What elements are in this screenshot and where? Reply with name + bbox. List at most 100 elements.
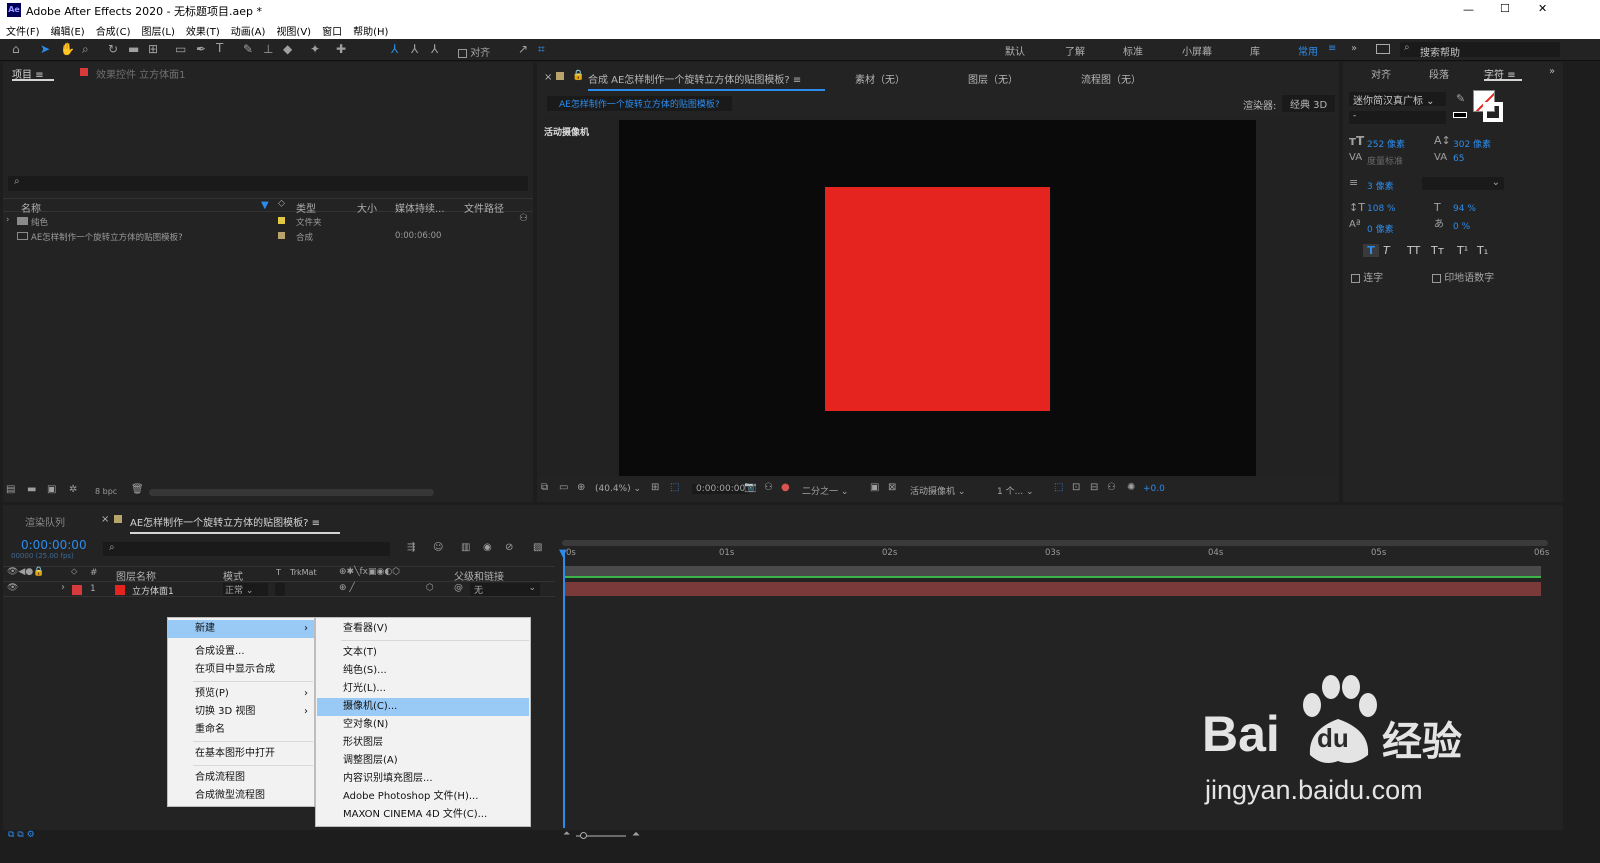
snap-icon[interactable]: ↗ [518, 43, 528, 55]
selection-tool-icon[interactable]: ➤ [40, 43, 50, 55]
layer-duration-bar[interactable] [563, 582, 1541, 596]
sort-icon[interactable]: ▼ [261, 200, 269, 211]
type-tool-icon[interactable]: T [216, 42, 223, 54]
tab-align[interactable]: 对齐 [1371, 66, 1391, 81]
layer-switches-icon[interactable]: ⊕ ╱ [339, 584, 355, 593]
roi-icon[interactable]: ▣ [870, 483, 879, 493]
camera-tool-icon[interactable]: ▬ [128, 43, 139, 55]
expand-icon[interactable]: › [6, 215, 9, 225]
font-family-dropdown[interactable]: 迷你简汉真广标 ⌄ [1349, 92, 1446, 107]
project-row-comp[interactable]: AE怎样制作一个旋转立方体的贴图模板? 合成 0:00:06:00 [3, 229, 533, 243]
menu-item-comp-mini-flowchart[interactable]: 合成微型流程图 [168, 787, 265, 805]
panel-menu-icon[interactable]: ≡ [312, 518, 320, 529]
work-area-track[interactable] [563, 566, 1541, 578]
subscript-button[interactable]: T₁ [1477, 244, 1488, 257]
menu-file[interactable]: 文件(F) [6, 23, 40, 38]
leading-value[interactable]: 302 像素 [1453, 137, 1491, 150]
stroke-style-dropdown[interactable]: ⌄ [1422, 177, 1504, 190]
submenu-item-text[interactable]: 文本(T) [316, 644, 377, 662]
search-help-box[interactable]: ⌕ 搜索帮助 [1400, 42, 1560, 59]
world-axis-icon[interactable]: ⅄ [411, 43, 418, 55]
stroke-width-value[interactable]: 3 像素 [1367, 179, 1394, 192]
toggle-pixel-icon[interactable]: ⬚ [1054, 483, 1063, 493]
zoom-out-icon[interactable]: ⏶ [563, 830, 570, 839]
kerning-value[interactable]: 度量标准 [1367, 154, 1403, 167]
all-caps-button[interactable]: TT [1407, 244, 1420, 257]
col-size[interactable]: 大小 [357, 200, 377, 215]
timeline-current-time[interactable]: 0:00:00:00 [21, 538, 87, 552]
home-icon[interactable]: ⌂ [12, 43, 20, 55]
submenu-item-cinema4d-file[interactable]: MAXON CINEMA 4D 文件(C)... [316, 806, 487, 824]
zoom-dropdown[interactable]: (40.4%) ⌄ [595, 484, 641, 494]
menu-item-reveal-in-project[interactable]: 在项目中显示合成 [168, 661, 275, 679]
menu-edit[interactable]: 编辑(E) [51, 23, 85, 38]
menu-animation[interactable]: 动画(A) [231, 23, 266, 38]
superscript-button[interactable]: T¹ [1457, 244, 1468, 257]
menu-window[interactable]: 窗口 [322, 23, 342, 38]
viewer-area[interactable]: 活动摄像机 [537, 118, 1339, 477]
parent-dropdown[interactable]: 无 ⌄ [470, 583, 540, 596]
font-style-dropdown[interactable]: - [1349, 111, 1446, 124]
col-path[interactable]: 文件路径 [464, 200, 504, 215]
submenu-item-photoshop-file[interactable]: Adobe Photoshop 文件(H)... [316, 788, 478, 806]
exposure-value[interactable]: +0.0 [1143, 484, 1165, 494]
tracking-value[interactable]: 65 [1453, 154, 1464, 164]
bpc-label[interactable]: 8 bpc [95, 487, 117, 496]
col-duration[interactable]: 媒体持续... [395, 200, 445, 215]
exposure-icon[interactable]: ✺ [1127, 483, 1135, 493]
menu-effect[interactable]: 效果(T) [186, 23, 220, 38]
snapshot-icon[interactable]: 📷 [744, 483, 756, 493]
view-axis-icon[interactable]: ⅄ [431, 43, 438, 55]
menu-item-preview[interactable]: 预览(P) › [168, 685, 314, 703]
font-size-value[interactable]: 252 像素 [1367, 137, 1405, 150]
layer-row[interactable]: 👁 › 1 立方体面1 正常 ⌄ ⊕ ╱ ⬡ @ 无 ⌄ [3, 581, 555, 597]
puppet-tool-icon[interactable]: ✚ [336, 43, 346, 55]
current-time-indicator[interactable] [563, 550, 565, 828]
new-composition-icon[interactable]: ▣ [47, 485, 56, 495]
tab-render-queue[interactable]: 渲染队列 [25, 514, 65, 529]
interpret-footage-icon[interactable]: ▤ [6, 485, 15, 495]
tsume-value[interactable]: 0 % [1453, 222, 1470, 232]
current-time[interactable]: 0:00:00:00 [692, 484, 750, 494]
panel-menu-icon[interactable]: ≡ [793, 75, 801, 86]
local-axis-icon[interactable]: ⅄ [391, 43, 398, 55]
menu-help[interactable]: 帮助(H) [353, 23, 388, 38]
mode-dropdown[interactable]: 正常 ⌄ [223, 583, 268, 596]
menu-item-switch-3d-view[interactable]: 切换 3D 视图 › [168, 703, 314, 721]
view-dropdown[interactable]: 活动摄像机 ⌄ [910, 484, 965, 497]
workspace-active[interactable]: 常用 [1298, 43, 1318, 58]
color-channel-icon[interactable]: ● [781, 483, 790, 493]
playhead-marker[interactable]: ▼ [559, 548, 567, 559]
faux-italic-button[interactable]: T [1383, 244, 1390, 257]
menu-item-comp-settings[interactable]: 合成设置... [168, 643, 245, 661]
menu-item-new[interactable]: 新建 › [168, 620, 314, 638]
region-icon[interactable]: ⬚ [670, 483, 679, 493]
adjust-icon[interactable]: ✲ [69, 485, 77, 495]
pan-behind-tool-icon[interactable]: ⊞ [148, 43, 158, 55]
work-area-bar[interactable] [562, 540, 1548, 546]
network-icon[interactable]: ⚇ [519, 214, 528, 224]
submenu-item-solid[interactable]: 纯色(S)... [316, 662, 387, 680]
frame-blending-icon[interactable]: ▥ [461, 543, 470, 553]
roto-brush-tool-icon[interactable]: ✦ [310, 43, 320, 55]
pen-tool-icon[interactable]: ✒ [196, 43, 206, 55]
project-search[interactable]: ⌕ [8, 176, 528, 191]
vertical-scale-value[interactable]: 108 % [1367, 204, 1396, 214]
hand-tool-icon[interactable]: ✋ [60, 43, 75, 55]
safe-zones-icon[interactable]: ⊞ [651, 483, 659, 493]
workspace-standard[interactable]: 标准 [1123, 43, 1143, 58]
col-trkmat[interactable]: TrkMat [290, 568, 317, 577]
layer-name[interactable]: 立方体面1 [132, 584, 174, 597]
solid-layer-preview[interactable] [825, 187, 1050, 411]
tab-layer[interactable]: 图层（无） [968, 71, 1018, 86]
resolution-dropdown[interactable]: 二分之一 ⌄ [802, 484, 848, 497]
faux-bold-button[interactable]: T [1363, 244, 1379, 257]
submenu-item-content-aware-fill[interactable]: 内容识别填充图层... [316, 770, 433, 788]
expand-panel-icon[interactable]: » [1549, 66, 1555, 77]
monitor-icon[interactable]: ▭ [559, 483, 568, 493]
mask-visibility-icon[interactable]: ⊕ [577, 483, 585, 493]
draft-3d-icon[interactable]: ⇶ [407, 543, 415, 553]
ligatures-checkbox[interactable]: 连字 [1351, 269, 1383, 284]
menu-view[interactable]: 视图(V) [276, 23, 311, 38]
zoom-tool-icon[interactable]: ⌕ [82, 43, 89, 55]
